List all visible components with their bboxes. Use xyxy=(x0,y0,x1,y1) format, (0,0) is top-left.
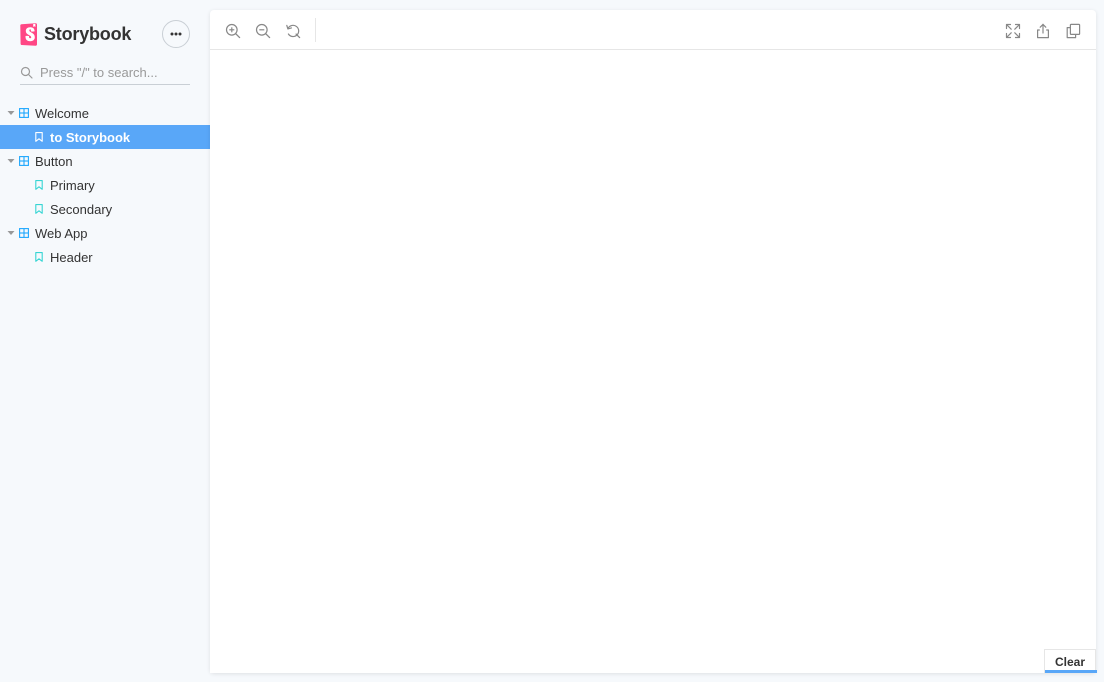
clear-button[interactable]: Clear xyxy=(1044,649,1097,673)
bookmark-icon xyxy=(35,132,43,142)
zoom-out-icon xyxy=(255,23,271,39)
zoom-in-button[interactable] xyxy=(222,20,244,42)
tree-item-label: Header xyxy=(50,249,93,265)
bookmark-icon xyxy=(35,204,43,214)
share-icon xyxy=(1037,23,1049,39)
zoom-out-button[interactable] xyxy=(252,20,274,42)
tree-component-welcome[interactable]: Welcome xyxy=(0,101,210,125)
component-icon xyxy=(19,108,29,118)
sidebar: Storybook Welcome t xyxy=(0,0,210,682)
search-input[interactable] xyxy=(40,64,188,80)
tree-component-button[interactable]: Button xyxy=(0,149,210,173)
storybook-logo-icon xyxy=(20,22,37,46)
tree-item-label: Web App xyxy=(35,225,88,241)
tree-item-label: Welcome xyxy=(35,105,89,121)
bookmark-icon xyxy=(35,252,43,262)
share-button[interactable] xyxy=(1032,20,1054,42)
tree-item-label: Button xyxy=(35,153,73,169)
copy-link-button[interactable] xyxy=(1062,20,1084,42)
tree-item-label: Primary xyxy=(50,177,95,193)
search-icon xyxy=(20,66,33,79)
tree-story-to-storybook[interactable]: to Storybook xyxy=(0,125,210,149)
search-bar xyxy=(20,60,190,85)
toolbar-divider xyxy=(315,18,316,42)
preview-panel: Clear xyxy=(210,10,1097,673)
component-icon xyxy=(19,228,29,238)
app-title: Storybook xyxy=(44,23,132,44)
chevron-down-icon[interactable] xyxy=(7,229,15,237)
ellipsis-icon xyxy=(170,32,182,36)
tree-item-label: to Storybook xyxy=(50,129,131,145)
copy-icon xyxy=(1066,23,1081,39)
fullscreen-button[interactable] xyxy=(1002,20,1024,42)
bookmark-icon xyxy=(35,180,43,190)
fullscreen-icon xyxy=(1005,23,1021,39)
zoom-in-icon xyxy=(225,23,241,39)
tree-item-label: Secondary xyxy=(50,201,113,217)
tree-story-secondary[interactable]: Secondary xyxy=(0,197,210,221)
tree-story-header[interactable]: Header xyxy=(0,245,210,269)
zoom-reset-button[interactable] xyxy=(282,20,304,42)
preview-toolbar xyxy=(210,10,1096,50)
story-canvas[interactable] xyxy=(210,50,1096,673)
chevron-down-icon[interactable] xyxy=(7,157,15,165)
tree-component-web-app[interactable]: Web App xyxy=(0,221,210,245)
tree-story-primary[interactable]: Primary xyxy=(0,173,210,197)
story-tree: Welcome to Storybook Button Primary Seco… xyxy=(0,101,210,269)
component-icon xyxy=(19,156,29,166)
zoom-reset-icon xyxy=(286,24,301,39)
brand[interactable]: Storybook xyxy=(20,22,131,46)
chevron-down-icon[interactable] xyxy=(7,109,15,117)
sidebar-menu-button[interactable] xyxy=(162,20,190,48)
